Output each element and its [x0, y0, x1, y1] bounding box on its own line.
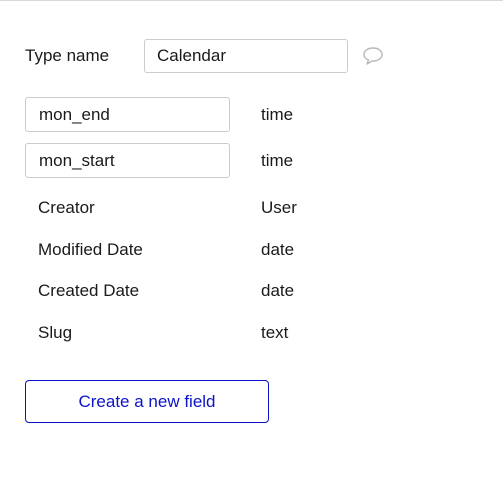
field-name: Slug [38, 322, 73, 342]
field-name: Modified Date [38, 239, 143, 259]
field-type: text [261, 322, 289, 342]
top-divider [0, 0, 503, 1]
field-name-input[interactable]: mon_end [25, 97, 230, 132]
field-row: Creator User [25, 190, 297, 225]
field-type: User [261, 197, 297, 217]
field-type: date [261, 239, 295, 259]
data-type-editor: Type name Calendar mon_end time mon_star… [0, 0, 503, 500]
comment-bubble-icon[interactable] [361, 45, 385, 67]
field-row: mon_end time [25, 97, 293, 132]
field-name-input[interactable]: mon_start [25, 143, 230, 178]
field-row: mon_start time [25, 143, 293, 178]
field-row: Modified Date date [25, 232, 294, 267]
field-name: Creator [38, 197, 95, 217]
field-row: Created Date date [25, 273, 294, 308]
create-new-field-button[interactable]: Create a new field [25, 380, 269, 423]
type-name-row: Type name Calendar [25, 38, 385, 74]
type-name-label: Type name [25, 46, 110, 65]
field-type: time [261, 150, 294, 170]
type-name-input[interactable]: Calendar [144, 39, 348, 73]
field-type: time [261, 104, 294, 124]
field-name: Created Date [38, 280, 140, 300]
field-row: Slug text [25, 315, 288, 350]
field-type: date [261, 280, 295, 300]
